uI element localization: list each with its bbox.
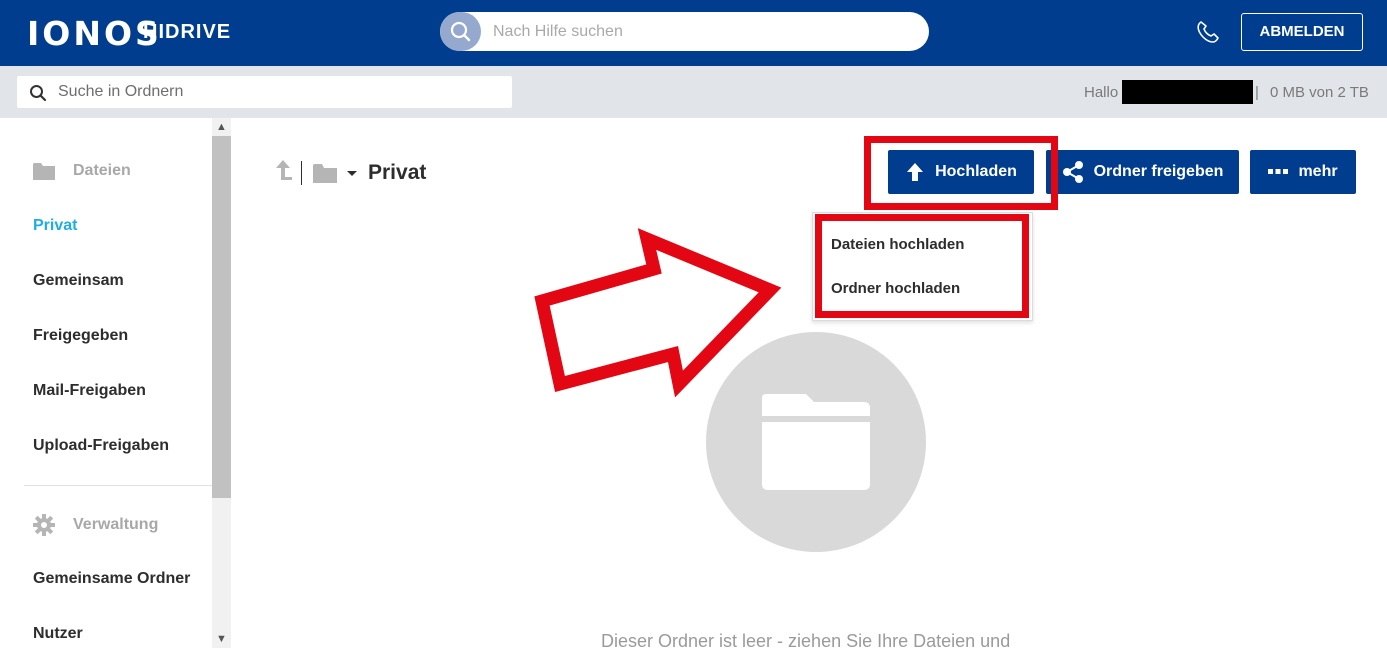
quota-separator: | <box>1255 84 1259 101</box>
help-search-bar[interactable] <box>440 12 929 51</box>
folder-search-bar[interactable] <box>17 76 512 108</box>
phone-icon[interactable] <box>1194 18 1222 46</box>
arrow-up-icon[interactable] <box>272 158 294 186</box>
folder-icon <box>33 163 55 180</box>
sidebar-item-nutzer[interactable]: Nutzer <box>33 625 83 643</box>
scroll-up-icon[interactable]: ▲ <box>212 118 231 136</box>
red-arrow-annotation <box>534 228 782 398</box>
top-header: IONOS HIDRIVE ABMELDEN <box>0 0 1387 66</box>
gear-icon <box>33 514 55 536</box>
more-button[interactable]: mehr <box>1250 150 1356 194</box>
search-icon[interactable] <box>440 12 481 51</box>
empty-state-message: Dieser Ordner ist leer - ziehen Sie Ihre… <box>601 631 1011 651</box>
sidebar-section-admin: Verwaltung <box>33 514 158 536</box>
search-icon <box>30 85 47 102</box>
help-search-input[interactable] <box>493 21 913 43</box>
brand-logo[interactable]: IONOS <box>27 14 162 53</box>
sidebar-item-gemeinsam[interactable]: Gemeinsam <box>33 272 124 290</box>
page-title: Privat <box>368 161 427 184</box>
breadcrumb-separator <box>301 161 302 185</box>
scroll-down-icon[interactable]: ▼ <box>212 630 231 648</box>
share-folder-button[interactable]: Ordner freigeben <box>1046 150 1239 194</box>
folder-search-input[interactable] <box>58 82 498 102</box>
greeting-text: Hallo <box>1084 84 1119 101</box>
sidebar-scrollbar-thumb[interactable] <box>212 136 231 498</box>
chevron-down-icon[interactable] <box>347 171 357 176</box>
sidebar-divider <box>24 485 212 486</box>
folder-icon <box>762 394 870 490</box>
more-button-label: mehr <box>1298 163 1338 180</box>
folder-icon[interactable] <box>313 163 337 183</box>
sidebar-section-files-label: Dateien <box>73 162 131 179</box>
sidebar-item-privat[interactable]: Privat <box>33 217 77 235</box>
logout-button[interactable]: ABMELDEN <box>1241 13 1363 51</box>
sidebar-item-gemeinsame-ordner[interactable]: Gemeinsame Ordner <box>33 570 190 588</box>
highlight-box-menu <box>815 214 1029 318</box>
highlight-box-upload <box>864 136 1058 210</box>
share-icon <box>1062 161 1083 183</box>
sidebar: Dateien Privat Gemeinsam Freigegeben Mai… <box>0 118 231 648</box>
share-folder-button-label: Ordner freigeben <box>1093 163 1224 180</box>
sidebar-item-freigegeben[interactable]: Freigegeben <box>33 327 128 345</box>
product-name: HIDRIVE <box>143 21 232 43</box>
more-dots-icon <box>1268 169 1289 174</box>
sidebar-section-admin-label: Verwaltung <box>73 516 159 533</box>
sidebar-item-upload-freigaben[interactable]: Upload-Freigaben <box>33 437 169 455</box>
storage-quota: 0 MB von 2 TB <box>1270 84 1369 101</box>
sidebar-section-files: Dateien <box>33 162 131 180</box>
sidebar-item-mail-freigaben[interactable]: Mail-Freigaben <box>33 382 146 400</box>
redacted-username <box>1122 80 1253 104</box>
